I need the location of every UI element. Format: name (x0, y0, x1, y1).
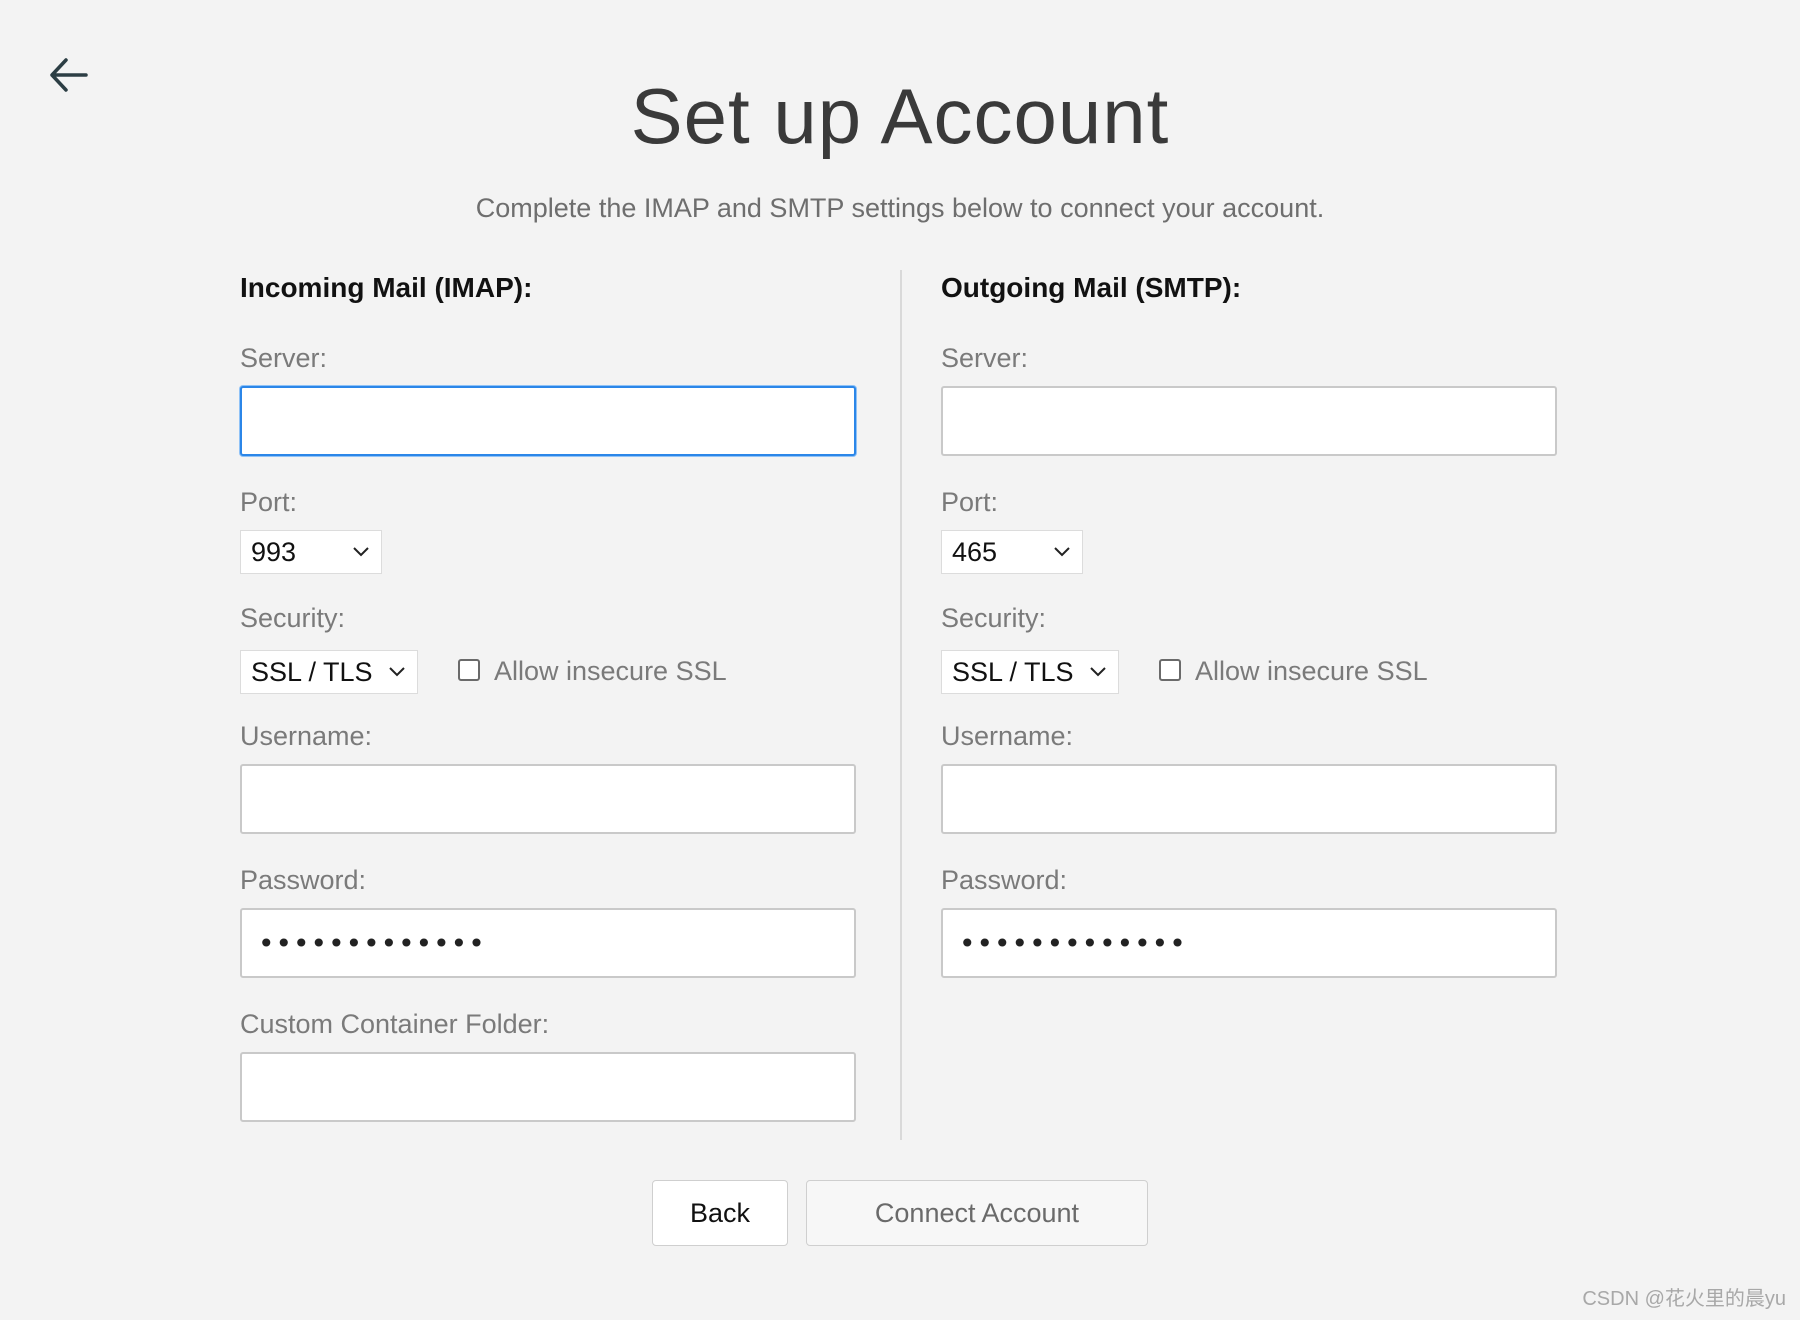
chevron-down-icon (389, 667, 405, 677)
incoming-security-value: SSL / TLS (251, 657, 373, 687)
outgoing-username-label: Username: (941, 721, 1074, 751)
outgoing-security-value: SSL / TLS (952, 657, 1074, 687)
outgoing-security-label: Security: (941, 603, 1047, 633)
chevron-down-icon (1054, 547, 1070, 557)
incoming-security-select[interactable]: SSL / TLS (240, 650, 418, 694)
outgoing-password-input[interactable]: ••••••••••••• (941, 908, 1557, 978)
incoming-port-value: 993 (251, 537, 297, 567)
incoming-folder-input[interactable] (240, 1052, 856, 1122)
connect-account-button[interactable]: Connect Account (806, 1180, 1148, 1246)
incoming-username-label: Username: (240, 721, 373, 751)
outgoing-security-select[interactable]: SSL / TLS (941, 650, 1119, 694)
outgoing-section-title: Outgoing Mail (SMTP): (941, 272, 1242, 303)
incoming-security-label: Security: (240, 603, 346, 633)
outgoing-allow-insecure-checkbox[interactable] (1159, 659, 1181, 681)
incoming-port-select[interactable]: 993 (240, 530, 382, 574)
incoming-port-label: Port: (240, 487, 298, 517)
incoming-server-label: Server: (240, 343, 328, 373)
outgoing-port-value: 465 (952, 537, 998, 567)
watermark: CSDN @花火里的晨yu (1582, 1288, 1786, 1310)
chevron-down-icon (353, 547, 369, 557)
chevron-down-icon (1090, 667, 1106, 677)
outgoing-server-label: Server: (941, 343, 1029, 373)
incoming-password-input[interactable]: ••••••••••••• (240, 908, 856, 978)
outgoing-password-label: Password: (941, 865, 1068, 895)
outgoing-allow-insecure-label: Allow insecure SSL (1195, 656, 1428, 686)
outgoing-server-input[interactable] (941, 386, 1557, 456)
outgoing-username-input[interactable] (941, 764, 1557, 834)
column-divider (900, 270, 902, 1140)
incoming-username-input[interactable] (240, 764, 856, 834)
incoming-folder-label: Custom Container Folder: (240, 1009, 550, 1039)
back-button[interactable]: Back (652, 1180, 788, 1246)
incoming-section-title: Incoming Mail (IMAP): (240, 272, 533, 303)
page-subtitle: Complete the IMAP and SMTP settings belo… (475, 193, 1325, 223)
incoming-password-value: ••••••••••••• (258, 927, 486, 960)
outgoing-password-value: ••••••••••••• (959, 927, 1187, 960)
incoming-server-input[interactable] (240, 386, 856, 456)
outgoing-port-select[interactable]: 465 (941, 530, 1083, 574)
setup-account-page: Set up Account Complete the IMAP and SMT… (0, 0, 1800, 1320)
incoming-allow-insecure-checkbox[interactable] (458, 659, 480, 681)
outgoing-port-label: Port: (941, 487, 999, 517)
incoming-password-label: Password: (240, 865, 367, 895)
page-title: Set up Account (630, 72, 1170, 160)
incoming-allow-insecure-label: Allow insecure SSL (494, 656, 727, 686)
